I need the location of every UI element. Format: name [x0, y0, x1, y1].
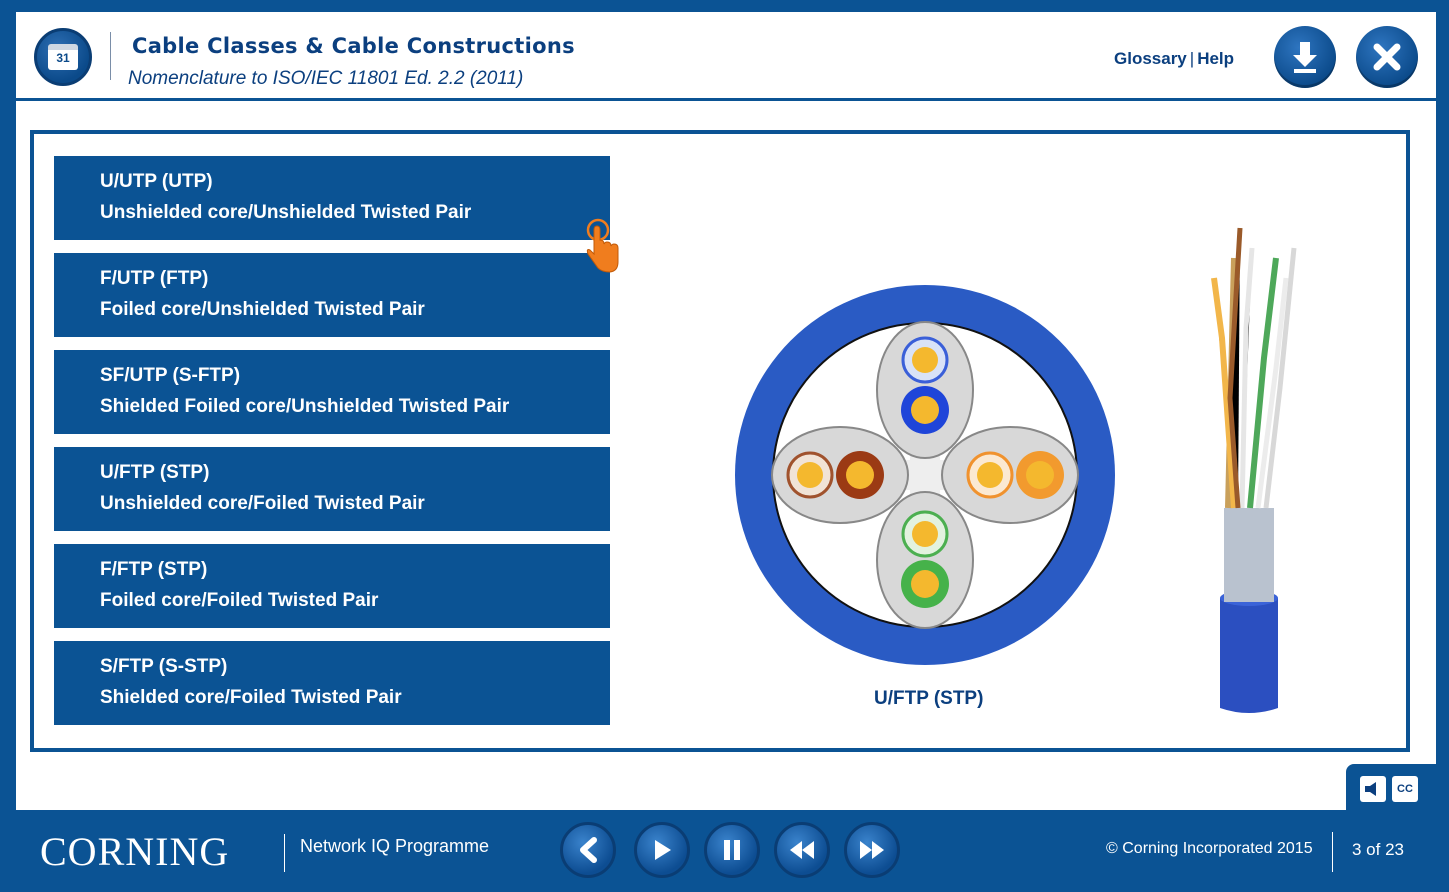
play-button[interactable] [634, 822, 690, 878]
cable-type-list: U/UTP (UTP) Unshielded core/Unshielded T… [54, 156, 610, 738]
option-code: S/FTP (S-STP) [100, 656, 228, 677]
header-rule [16, 98, 1436, 101]
option-description: Unshielded core/Unshielded Twisted Pair [100, 202, 472, 223]
content-panel: U/UTP (UTP) Unshielded core/Unshielded T… [30, 130, 1410, 752]
option-description: Unshielded core/Foiled Twisted Pair [100, 493, 425, 514]
pause-button[interactable] [704, 822, 760, 878]
media-controls: CC [1346, 764, 1436, 810]
rewind-icon [790, 841, 814, 859]
play-icon [655, 840, 671, 860]
fast-forward-icon [860, 841, 884, 859]
option-description: Foiled core/Unshielded Twisted Pair [100, 299, 425, 320]
glossary-link[interactable]: Glossary [1114, 49, 1187, 68]
forward-button[interactable] [844, 822, 900, 878]
back-button[interactable] [560, 822, 616, 878]
option-code: U/FTP (STP) [100, 462, 210, 483]
option-f-ftp[interactable]: F/FTP (STP) Foiled core/Foiled Twisted P… [54, 544, 610, 628]
download-icon [1293, 42, 1317, 73]
help-link[interactable]: Help [1197, 49, 1234, 68]
option-u-ftp[interactable]: U/FTP (STP) Unshielded core/Foiled Twist… [54, 447, 610, 531]
chevron-left-icon [580, 837, 597, 863]
option-u-utp[interactable]: U/UTP (UTP) Unshielded core/Unshielded T… [54, 156, 610, 240]
close-icon [1373, 43, 1401, 71]
link-separator: | [1189, 49, 1195, 68]
option-description: Shielded core/Foiled Twisted Pair [100, 687, 402, 708]
illustration-caption: U/FTP (STP) [874, 688, 984, 709]
audio-button[interactable] [1360, 776, 1386, 802]
speaker-icon [1365, 782, 1376, 796]
copyright-text: © Corning Incorporated 2015 [1106, 840, 1313, 857]
option-s-ftp[interactable]: S/FTP (S-STP) Shielded core/Foiled Twist… [54, 641, 610, 725]
page-subtitle: Nomenclature to ISO/IEC 11801 Ed. 2.2 (2… [128, 68, 524, 89]
option-f-utp[interactable]: F/UTP (FTP) Foiled core/Unshielded Twist… [54, 253, 610, 337]
header-links: Glossary | Help [1114, 49, 1234, 69]
footer-divider [1332, 832, 1333, 872]
calendar-button[interactable]: 31 [34, 28, 92, 86]
option-code: F/FTP (STP) [100, 559, 208, 580]
page-indicator: 3 of 23 [1352, 840, 1404, 859]
corning-logo: CORNING [40, 829, 230, 874]
rewind-button[interactable] [774, 822, 830, 878]
cable-cross-section-illustration [735, 285, 1115, 665]
calendar-icon: 31 [48, 44, 78, 70]
programme-name: Network IQ Programme [300, 836, 490, 856]
hand-pointer-icon [586, 218, 619, 273]
option-description: Foiled core/Foiled Twisted Pair [100, 590, 379, 611]
option-code: U/UTP (UTP) [100, 171, 213, 192]
option-sf-utp[interactable]: SF/UTP (S-FTP) Shielded Foiled core/Unsh… [54, 350, 610, 434]
option-code: F/UTP (FTP) [100, 268, 209, 289]
header-divider [110, 32, 111, 80]
logo-divider [284, 834, 285, 872]
closed-caption-button[interactable]: CC [1392, 776, 1418, 802]
option-code: SF/UTP (S-FTP) [100, 365, 241, 386]
close-button[interactable] [1356, 26, 1418, 88]
pause-icon [724, 840, 740, 860]
app-frame: 31 Cable Classes & Cable Constructions N… [0, 0, 1449, 892]
stripped-cable-illustration [1211, 227, 1297, 713]
app-window: 31 Cable Classes & Cable Constructions N… [16, 12, 1436, 810]
calendar-day: 31 [56, 51, 70, 65]
header: 31 Cable Classes & Cable Constructions N… [16, 12, 1436, 98]
page-title: Cable Classes & Cable Constructions [132, 34, 575, 58]
footer: CORNING Network IQ Programme © Corning I… [0, 810, 1449, 892]
option-description: Shielded Foiled core/Unshielded Twisted … [100, 396, 510, 417]
download-button[interactable] [1274, 26, 1336, 88]
